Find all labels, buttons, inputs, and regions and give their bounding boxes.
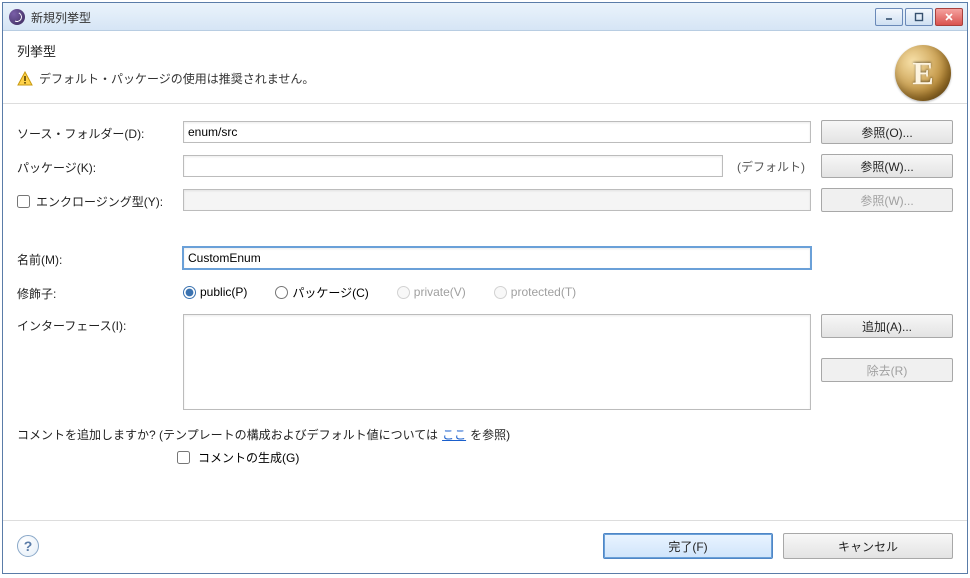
package-default-note: (デフォルト) [731,158,811,175]
source-folder-label: ソース・フォルダー(D): [17,122,173,142]
name-label: 名前(M): [17,248,173,268]
enclosing-type-checkbox[interactable] [17,195,30,208]
interfaces-row: インターフェース(I): 追加(A)... 除去(R) [17,314,953,410]
title-bar[interactable]: 新規列挙型 [3,3,967,31]
close-button[interactable] [935,8,963,26]
enclosing-type-label: エンクロージング型(Y): [36,193,163,210]
comments-question-after: を参照) [470,426,510,443]
add-interface-button[interactable]: 追加(A)... [821,314,953,338]
modifier-package[interactable]: パッケージ(C) [275,284,368,301]
remove-interface-button: 除去(R) [821,358,953,382]
warning-text: デフォルト・パッケージの使用は推奨されません。 [39,70,314,87]
browse-package-button[interactable]: 参照(W)... [821,154,953,178]
comments-question-before: コメントを追加しますか? (テンプレートの構成およびデフォルト値については [17,426,438,443]
dialog-header: 列挙型 デフォルト・パッケージの使用は推奨されません。 E [3,31,967,104]
enclosing-type-input [183,189,811,211]
source-folder-row: ソース・フォルダー(D): 参照(O)... [17,120,953,144]
modifier-protected: protected(T) [494,285,576,299]
browse-enclosing-button: 参照(W)... [821,188,953,212]
template-config-link[interactable]: ここ [442,426,466,443]
modifiers-label: 修飾子: [17,282,173,302]
header-title: 列挙型 [17,41,953,60]
maximize-button[interactable] [905,8,933,26]
dialog-window: 新規列挙型 列挙型 デフォルト・パッケージの使用は推奨されません。 E ソース・… [2,2,968,574]
name-row: 名前(M): [17,246,953,270]
package-label: パッケージ(K): [17,156,173,176]
name-input[interactable] [183,247,811,269]
form-area: ソース・フォルダー(D): 参照(O)... パッケージ(K): (デフォルト)… [3,104,967,520]
window-title: 新規列挙型 [31,8,875,26]
interfaces-label: インターフェース(I): [17,314,173,334]
browse-source-button[interactable]: 参照(O)... [821,120,953,144]
dialog-footer: ? 完了(F) キャンセル [3,520,967,573]
comments-block: コメントを追加しますか? (テンプレートの構成およびデフォルト値についてはここを… [17,426,953,466]
package-input[interactable] [183,155,723,177]
eclipse-app-icon [9,9,25,25]
modifiers-row: 修飾子: public(P) パッケージ(C) private(V) prote… [17,280,953,304]
enclosing-type-row: エンクロージング型(Y): 参照(W)... [17,188,953,212]
generate-comments-label: コメントの生成(G) [198,449,299,466]
interfaces-listbox[interactable] [183,314,811,410]
modifier-public[interactable]: public(P) [183,285,247,299]
cancel-button[interactable]: キャンセル [783,533,953,559]
help-button[interactable]: ? [17,535,39,557]
modifier-private: private(V) [397,285,466,299]
warning-icon [17,71,33,87]
minimize-button[interactable] [875,8,903,26]
source-folder-input[interactable] [183,121,811,143]
package-row: パッケージ(K): (デフォルト) 参照(W)... [17,154,953,178]
generate-comments-checkbox[interactable] [177,451,190,464]
enum-logo-icon: E [895,45,951,101]
header-message: デフォルト・パッケージの使用は推奨されません。 [17,70,953,87]
finish-button[interactable]: 完了(F) [603,533,773,559]
